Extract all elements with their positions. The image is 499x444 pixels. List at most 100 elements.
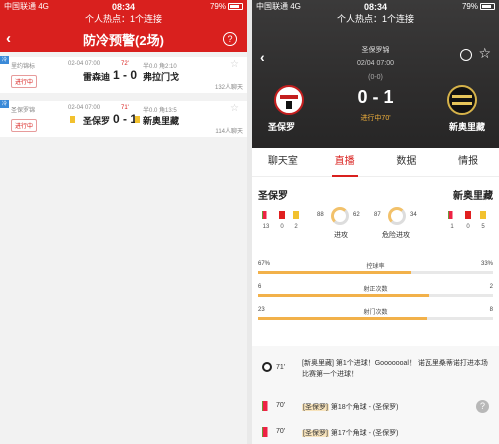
attack-label: 进攻 xyxy=(334,232,348,239)
match-date: 02-04 07:00 xyxy=(68,61,101,67)
match-minute: 72' xyxy=(121,61,129,67)
event-minute: 70' xyxy=(276,402,286,409)
live-stats: 圣保罗 新奥里藏 13 0 2 88 62 进攻 87 34 危险进攻 1 0 … xyxy=(252,177,499,339)
away-yellow-cards: 5 xyxy=(481,224,485,230)
battery-icon xyxy=(480,3,495,10)
danger-home-value: 87 xyxy=(374,212,381,218)
left-screen: 中国联通 4G 08:34 79% 个人热点：1个连接 ‹ 防冷预警(2场) ?… xyxy=(0,0,247,444)
event-text: [圣保罗] 第18个角球 - (圣保罗) xyxy=(302,404,399,411)
back-arrow-icon[interactable]: ‹ xyxy=(6,30,11,47)
stat-label: 控球率 xyxy=(366,264,385,270)
danger-away-value: 34 xyxy=(410,212,417,218)
yellow-card-icon xyxy=(293,211,299,219)
league-name: 里约锦标 xyxy=(11,64,36,70)
stat-home-fill xyxy=(258,271,411,274)
help-icon[interactable]: ? xyxy=(476,400,489,413)
tab-data[interactable]: 数据 xyxy=(376,148,438,176)
home-team: 圣保罗 xyxy=(268,122,296,132)
corner-flag-icon xyxy=(262,401,272,411)
tab-intel[interactable]: 情报 xyxy=(437,148,499,176)
battery-icon xyxy=(228,3,243,10)
favorite-star-icon[interactable]: ☆ xyxy=(230,103,239,114)
yellow-card-icon xyxy=(135,116,140,123)
match-card-2[interactable]: 冷 圣保罗锦 进行中 02-04 07:00 71' 半0.0 角13:5 圣保… xyxy=(0,100,247,137)
hotspot-banner[interactable]: 个人热点：1个连接 xyxy=(252,13,499,26)
status-bar: 中国联通 4G 08:34 79% xyxy=(252,0,499,13)
event-text: [圣保罗] 第17个角球 - (圣保罗) xyxy=(302,430,399,437)
favorite-star-icon[interactable]: ☆ xyxy=(230,59,239,70)
event-item: 70' [圣保罗] 第18个角球 - (圣保罗) ? xyxy=(252,398,499,418)
clock: 08:34 xyxy=(111,1,136,12)
match-odds: 半0.0 角13:5 xyxy=(143,108,177,114)
danger-attack-ring xyxy=(388,207,406,225)
away-team: 新奥里藏 xyxy=(143,116,180,126)
tab-chatroom[interactable]: 聊天室 xyxy=(252,148,314,176)
danger-attack-label: 危险进攻 xyxy=(382,232,410,239)
corner-flag-icon xyxy=(262,211,270,219)
match-score: 0 - 1 xyxy=(357,87,394,107)
event-item: 70' [圣保罗] 第17个角球 - (圣保罗) xyxy=(252,424,499,444)
away-team-title: 新奥里藏 xyxy=(453,191,493,202)
football-icon xyxy=(262,362,272,372)
clock: 08:34 xyxy=(363,1,388,12)
home-team: 雷森迪 xyxy=(82,72,110,82)
home-team: 圣保罗 xyxy=(82,116,110,126)
away-corners: 1 xyxy=(450,224,454,230)
away-red-cards: 0 xyxy=(466,224,470,230)
status-badge: 进行中 xyxy=(11,75,38,88)
away-team: 弗拉门戈 xyxy=(143,72,180,82)
away-team: 新奥里藏 xyxy=(448,122,485,132)
match-date: 02/04 07:00 xyxy=(357,60,394,67)
home-yellow-cards: 2 xyxy=(294,224,298,230)
event-minute: 71' xyxy=(276,364,286,371)
chat-count: 132人聊天 xyxy=(214,85,243,91)
corner-flag-icon xyxy=(262,427,272,437)
right-screen: 中国联通 4G 08:34 79% 个人热点：1个连接 ‹ 圣保罗锦 ☆ 02/… xyxy=(252,0,499,444)
home-red-cards: 0 xyxy=(280,224,284,230)
red-card-icon xyxy=(279,211,285,219)
stat-label: 射门次数 xyxy=(363,310,388,316)
nav-bar: ‹ 防冷预警(2场) ? xyxy=(0,26,247,52)
match-minute: 71' xyxy=(121,105,129,111)
match-header: 中国联通 4G 08:34 79% 个人热点：1个连接 ‹ 圣保罗锦 ☆ 02/… xyxy=(252,0,499,148)
stat-home-fill xyxy=(258,317,427,320)
stat-bar-possession: 67% 控球率 33% xyxy=(258,261,493,279)
status-bar: 中国联通 4G 08:34 79% xyxy=(0,0,247,13)
tab-live[interactable]: 直播 xyxy=(314,148,376,177)
match-date: 02-04 07:00 xyxy=(68,105,101,111)
stat-away-value: 2 xyxy=(489,284,493,290)
live-event-feed: 71' [新奥里藏] 第1个进球！Gooooooal！ 诺瓦里桑蒂诺打进本场比赛… xyxy=(252,346,499,444)
attack-home-value: 88 xyxy=(317,212,324,218)
stat-away-value: 8 xyxy=(489,307,493,313)
stat-bar-shots-on-target: 6 射正次数 2 xyxy=(258,284,493,302)
help-icon[interactable]: ? xyxy=(223,32,237,46)
chat-count: 114人聊天 xyxy=(215,129,243,135)
home-team-title: 圣保罗 xyxy=(258,191,288,202)
attack-ring xyxy=(331,207,349,225)
event-minute: 70' xyxy=(276,428,286,435)
cold-badge: 冷 xyxy=(0,100,9,108)
stat-away-value: 33% xyxy=(480,261,493,267)
match-score: 0 - 1 xyxy=(113,112,138,126)
stat-home-fill xyxy=(258,294,429,297)
yellow-card-icon xyxy=(480,211,486,219)
match-tabs: 聊天室 直播 数据 情报 xyxy=(252,148,499,177)
corner-flag-icon xyxy=(448,211,456,219)
event-item: 71' [新奥里藏] 第1个进球！Gooooooal！ 诺瓦里桑蒂诺打进本场比赛… xyxy=(252,358,499,394)
home-corners: 13 xyxy=(262,224,270,230)
match-score: 1 - 0 xyxy=(113,68,138,82)
halftime-score: (0-0) xyxy=(368,74,383,81)
stat-bar-shots: 23 射门次数 8 xyxy=(258,307,493,325)
event-text: [新奥里藏] 第1个进球！Gooooooal！ 诺瓦里桑蒂诺打进本场比赛第一个进… xyxy=(302,360,488,378)
red-card-icon xyxy=(465,211,471,219)
hotspot-banner[interactable]: 个人热点：1个连接 xyxy=(0,13,247,26)
match-odds: 半0.0 角2:10 xyxy=(143,64,177,70)
status-badge: 进行中 xyxy=(11,119,38,132)
page-title: 防冷预警(2场) xyxy=(83,32,164,48)
left-header: 中国联通 4G 08:34 79% 个人热点：1个连接 ‹ 防冷预警(2场) ? xyxy=(0,0,247,52)
cold-badge: 冷 xyxy=(0,56,9,64)
attack-away-value: 62 xyxy=(353,212,360,218)
stat-label: 射正次数 xyxy=(363,287,388,293)
match-card-1[interactable]: 冷 里约锦标 进行中 02-04 07:00 72' 半0.0 角2:10 雷森… xyxy=(0,56,247,93)
league-name: 圣保罗锦 xyxy=(11,108,36,114)
